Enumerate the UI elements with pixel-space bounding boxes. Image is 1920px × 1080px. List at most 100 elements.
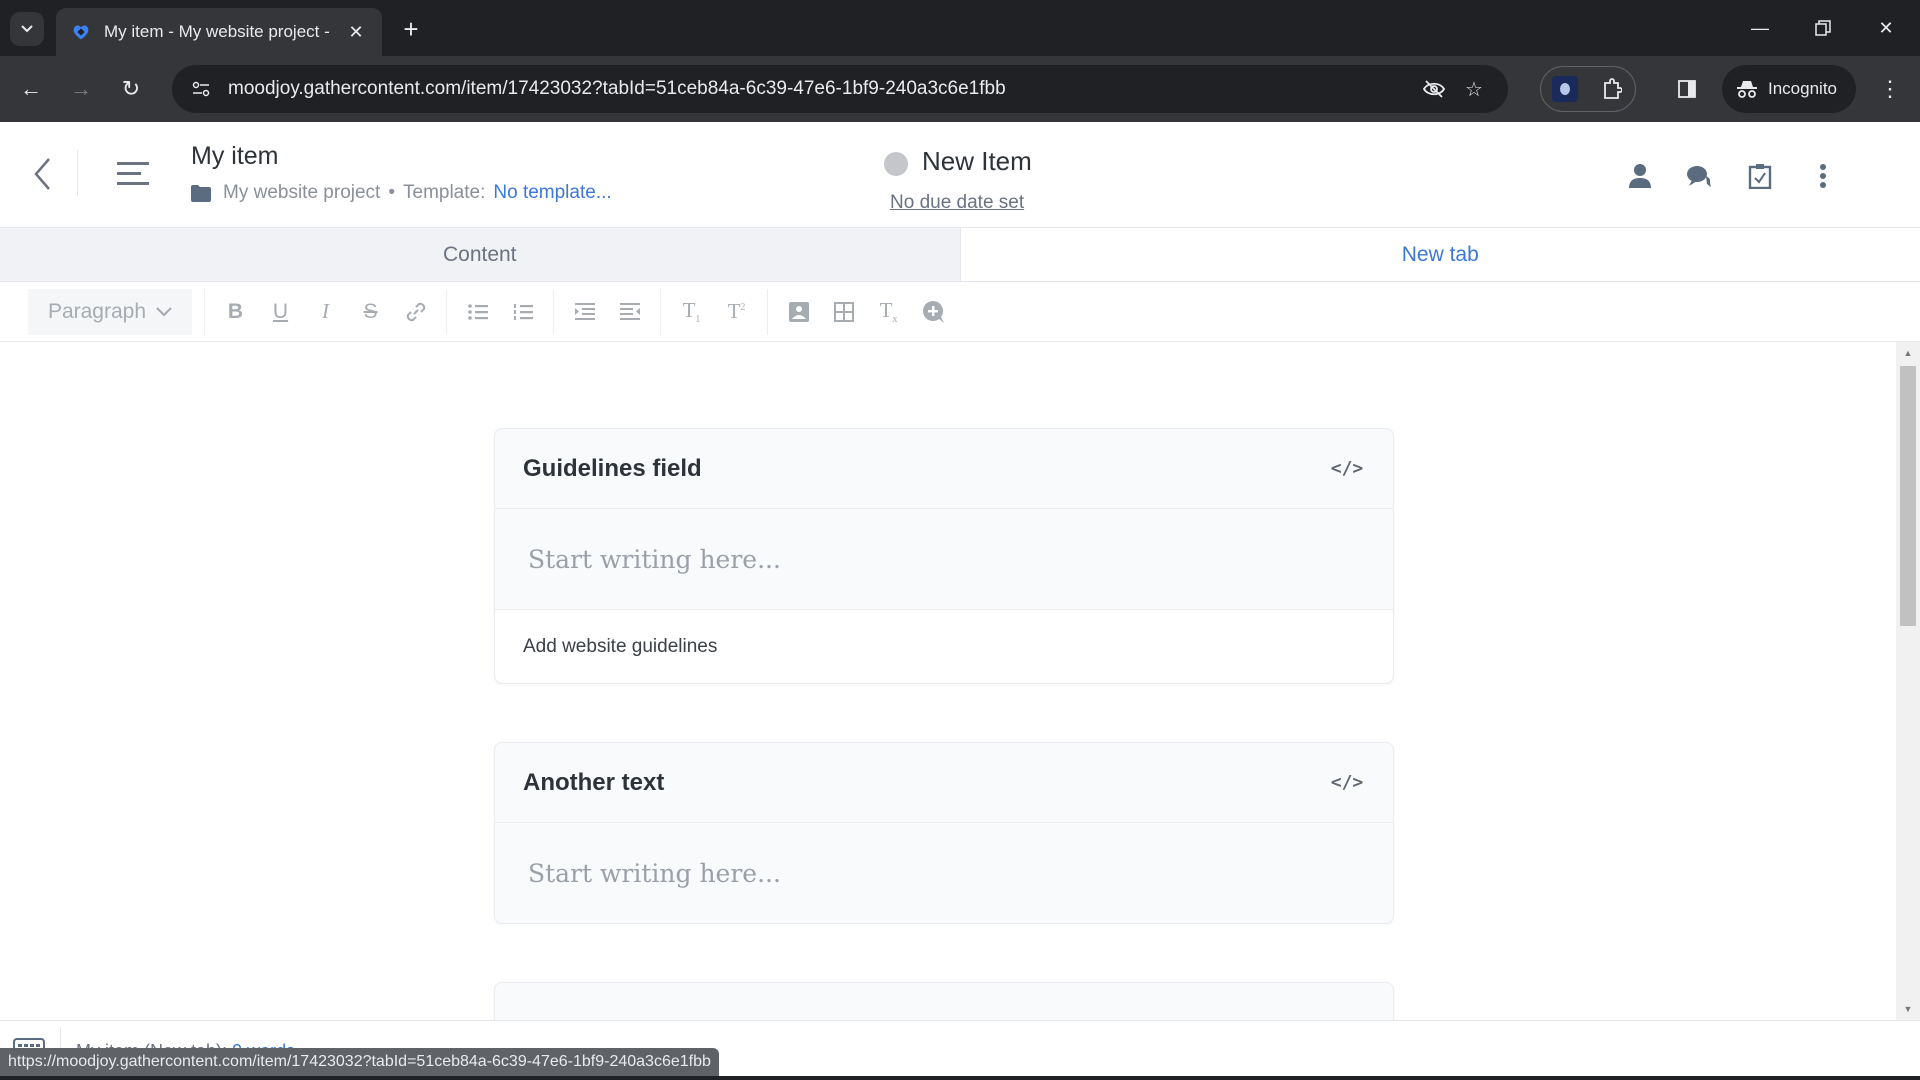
extensions-puzzle-icon[interactable]: [1599, 76, 1625, 102]
field-body: [495, 823, 1393, 923]
incognito-badge[interactable]: Incognito: [1722, 65, 1856, 113]
numbered-list-button[interactable]: [502, 292, 543, 332]
item-breadcrumb: My website project • Template: No templa…: [191, 182, 612, 204]
close-tab-icon[interactable]: ✕: [344, 20, 368, 44]
restore-icon: [1815, 20, 1831, 36]
code-view-icon[interactable]: </>: [1329, 451, 1365, 487]
image-icon: [788, 301, 809, 322]
outdent-icon: [619, 302, 640, 320]
indent-button[interactable]: [564, 292, 605, 332]
subscript-icon: T1: [682, 297, 701, 326]
italic-icon: I: [322, 299, 329, 323]
another-text-field-input[interactable]: [528, 858, 1360, 888]
insert-table-button[interactable]: [823, 292, 864, 332]
link-button[interactable]: [395, 292, 436, 332]
item-title[interactable]: My item: [191, 142, 279, 171]
guidelines-field-input[interactable]: [528, 544, 1360, 574]
url-text[interactable]: moodjoy.gathercontent.com/item/17423032?…: [228, 78, 1414, 100]
back-to-project-button[interactable]: [24, 154, 60, 194]
project-link[interactable]: My website project: [223, 182, 380, 204]
subscript-button[interactable]: T1: [671, 292, 712, 332]
eye-off-icon[interactable]: [1414, 72, 1454, 106]
taskbar-edge: [0, 1076, 1920, 1080]
superscript-icon: T2: [727, 299, 746, 323]
restore-button[interactable]: [1803, 10, 1843, 46]
forward-button[interactable]: →: [64, 72, 98, 106]
field-guideline-text[interactable]: Add website guidelines: [495, 609, 1393, 683]
bullet-list-icon: [467, 303, 488, 320]
extension-moon-icon[interactable]: [1551, 76, 1578, 102]
back-button[interactable]: ←: [14, 72, 48, 106]
chrome-menu-button[interactable]: ⋮: [1876, 74, 1904, 104]
clear-formatting-button[interactable]: Tx: [868, 292, 909, 332]
table-icon: [833, 301, 854, 322]
insert-image-button[interactable]: [778, 292, 819, 332]
close-window-button[interactable]: ✕: [1866, 10, 1906, 46]
item-tabs: Content New tab: [0, 228, 1920, 282]
tab-content[interactable]: Content: [0, 228, 961, 281]
side-panel-icon: [1678, 80, 1696, 98]
bold-button[interactable]: B: [215, 292, 256, 332]
minimize-icon: —: [1751, 17, 1769, 38]
italic-button[interactable]: I: [305, 292, 346, 332]
extensions-group: [1540, 66, 1636, 112]
side-panel-button[interactable]: [1672, 74, 1702, 104]
tab-search-button[interactable]: [10, 12, 44, 46]
incognito-icon: [1737, 81, 1757, 98]
gathercontent-logo-icon: [73, 25, 89, 40]
meta-separator: •: [388, 182, 395, 203]
more-options-button[interactable]: [1805, 158, 1841, 194]
template-link[interactable]: No template...: [493, 182, 611, 204]
script-group: T1 T2: [660, 288, 767, 335]
chevron-left-icon: [34, 158, 50, 190]
site-info-button[interactable]: [184, 72, 218, 106]
field-card-label-next: Label this next field </>: [494, 982, 1394, 1020]
address-bar[interactable]: moodjoy.gathercontent.com/item/17423032?…: [172, 65, 1508, 113]
chevron-down-icon: [156, 306, 172, 317]
paragraph-format-select[interactable]: Paragraph: [28, 288, 192, 335]
editor-content: Guidelines field </> Add website guideli…: [0, 342, 1900, 1020]
item-header: My item My website project • Template: N…: [0, 122, 1920, 228]
tasks-button[interactable]: [1742, 158, 1778, 194]
strikethrough-button[interactable]: S: [350, 292, 391, 332]
link-icon: [406, 302, 425, 321]
field-label: Another text: [523, 768, 665, 796]
scroll-thumb[interactable]: [1900, 366, 1916, 626]
browser-tabstrip: My item - My website project - ✕ + — ✕: [0, 0, 1920, 56]
field-body: [495, 509, 1393, 609]
header-divider: [77, 150, 78, 196]
template-label: Template:: [403, 182, 486, 203]
browser-tab[interactable]: My item - My website project - ✕: [56, 8, 382, 56]
due-date-link[interactable]: No due date set: [890, 192, 1024, 214]
hamburger-menu-icon: [117, 162, 149, 185]
field-card-guidelines: Guidelines field </> Add website guideli…: [494, 428, 1394, 684]
reload-button[interactable]: ↻: [114, 72, 148, 106]
add-comment-button[interactable]: [913, 292, 954, 332]
content-scrollbar[interactable]: ▲ ▼: [1896, 342, 1920, 1020]
field-header: Another text </>: [495, 743, 1393, 823]
new-tab-button[interactable]: +: [396, 14, 426, 44]
superscript-button[interactable]: T2: [716, 292, 757, 332]
bullet-list-button[interactable]: [457, 292, 498, 332]
item-navigation-menu-button[interactable]: [114, 156, 152, 192]
minimize-button[interactable]: —: [1740, 10, 1780, 46]
comments-button[interactable]: [1681, 158, 1717, 194]
outdent-button[interactable]: [609, 292, 650, 332]
scroll-up-arrow-icon[interactable]: ▲: [1902, 346, 1914, 360]
browser-toolbar: ← → ↻ moodjoy.gathercontent.com/item/174…: [0, 56, 1920, 122]
bookmark-star-icon[interactable]: ☆: [1454, 72, 1494, 106]
status-name[interactable]: New Item: [922, 146, 1032, 177]
editor-toolbar: Paragraph B U I S T1 T2 Tx: [0, 282, 1920, 342]
format-select-value: Paragraph: [47, 299, 147, 323]
reload-icon: ↻: [121, 76, 141, 101]
code-view-icon[interactable]: </>: [1329, 765, 1365, 801]
field-label: Guidelines field: [523, 454, 702, 482]
text-style-group: B U I S: [204, 288, 446, 335]
arrow-left-icon: ←: [20, 76, 42, 101]
comments-icon: [1687, 166, 1711, 187]
scroll-down-arrow-icon[interactable]: ▼: [1902, 1002, 1914, 1016]
assign-user-button[interactable]: [1622, 158, 1658, 194]
indent-icon: [574, 302, 595, 320]
tab-new-tab[interactable]: New tab: [960, 228, 1920, 281]
underline-button[interactable]: U: [260, 292, 301, 332]
